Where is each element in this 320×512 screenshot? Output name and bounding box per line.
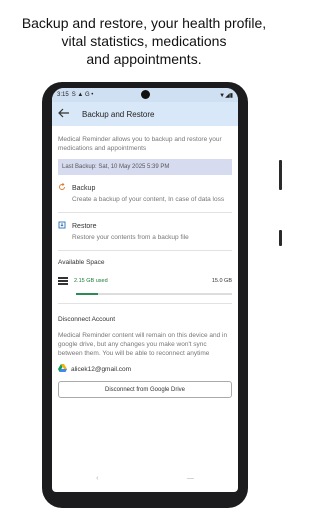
- caption-line-3: and appointments.: [86, 51, 202, 67]
- storage-icon: [58, 272, 68, 290]
- phone-screen: 3:15 S ▲ G • ▼◢▮ Backup and Restore Medi…: [52, 88, 238, 492]
- caption-line-2: vital statistics, medications: [61, 33, 227, 49]
- restore-title: Restore: [72, 222, 97, 230]
- status-bar: 3:15 S ▲ G • ▼◢▮: [52, 88, 238, 102]
- restore-section[interactable]: Restore Restore your contents from a bac…: [58, 213, 232, 251]
- camera-icon: [141, 90, 150, 99]
- status-time: 3:15: [57, 92, 69, 98]
- account-row: alicek12@gmail.com: [58, 364, 232, 374]
- restore-file-icon: [58, 221, 66, 231]
- volume-button: [279, 160, 282, 190]
- disconnect-button[interactable]: Disconnect from Google Drive: [58, 381, 232, 398]
- space-used-label: 2.15 GB used: [74, 278, 108, 284]
- backup-section[interactable]: Backup Create a backup of your content, …: [58, 175, 232, 213]
- caption-line-1: Backup and restore, your health profile,: [21, 15, 267, 31]
- arrow-left-icon[interactable]: [58, 107, 74, 121]
- app-bar: Backup and Restore: [52, 102, 238, 126]
- storage-section: Available Space 2.15 GB used 15.0 GB: [58, 251, 232, 304]
- page-title: Backup and Restore: [82, 109, 155, 119]
- storage-progress-fill: [76, 293, 99, 295]
- notification-icons: S ▲ G •: [71, 92, 94, 98]
- description-text: Medical Reminder allows you to backup an…: [58, 136, 222, 152]
- storage-progress-bar: [76, 293, 232, 295]
- nav-back-button[interactable]: ‹: [96, 475, 98, 482]
- power-button: [279, 230, 282, 246]
- refresh-icon: [58, 182, 66, 193]
- disconnect-description: Medical Reminder content will remain on …: [58, 332, 228, 357]
- disconnect-account-title: Disconnect Account: [58, 316, 116, 323]
- promo-caption: Backup and restore, your health profile,…: [0, 14, 288, 68]
- google-drive-icon: [58, 364, 67, 374]
- system-nav-bar: ‹ —: [52, 470, 238, 486]
- backup-title: Backup: [72, 184, 96, 192]
- backup-subtitle: Create a backup of your content, In case…: [72, 196, 225, 203]
- space-total-label: 15.0 GB: [211, 278, 232, 284]
- signal-battery-icons: ▼◢▮: [219, 92, 233, 99]
- account-email: alicek12@gmail.com: [71, 365, 132, 373]
- nav-home-button[interactable]: —: [187, 475, 194, 482]
- available-space-title: Available Space: [58, 259, 105, 266]
- last-backup-banner: Last Backup: Sat, 10 May 2025 5:39 PM: [58, 159, 232, 175]
- restore-subtitle: Restore your contents from a backup file: [72, 234, 189, 241]
